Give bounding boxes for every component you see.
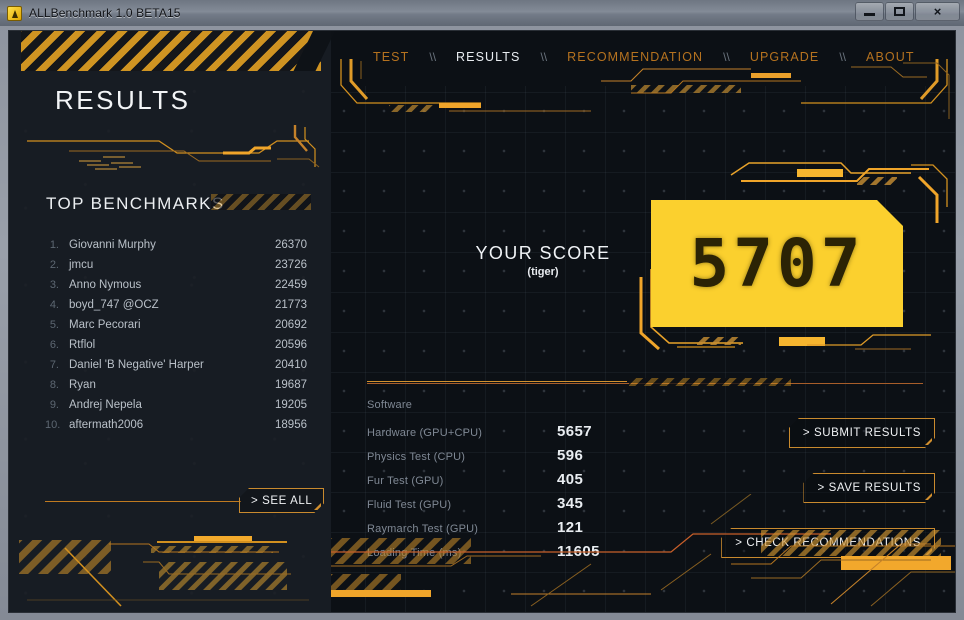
benchmark-rank: 2. <box>49 259 59 271</box>
benchmark-name: boyd_747 @OCZ <box>69 299 159 311</box>
nav-separator: \\ <box>839 50 847 64</box>
sidebar: RESULTS TOP BENCHMARKS 1. Giovanni Murphy… <box>9 31 331 612</box>
page-title: RESULTS <box>55 85 191 115</box>
nav-separator: \\ <box>429 50 437 64</box>
benchmark-score: 20692 <box>275 319 307 331</box>
list-item[interactable]: 6. Rtflol 20596 <box>45 339 307 359</box>
nav-separator: \\ <box>723 50 730 64</box>
benchmark-name: Ryan <box>69 379 96 391</box>
list-item[interactable]: 10. aftermath2006 18956 <box>45 419 307 439</box>
close-icon: × <box>933 4 942 19</box>
benchmark-name: Andrej Nepela <box>69 399 142 411</box>
stat-row: Fur Test (GPU) 405 <box>367 471 687 495</box>
score-box: 5707 <box>651 200 903 327</box>
stat-row: Hardware (GPU+CPU) 5657 <box>367 423 687 447</box>
main-nav: TEST \\ RESULTS \\ RECOMMENDATION \\ UPGRADE \\… <box>331 31 955 83</box>
stat-label: Hardware (GPU+CPU) <box>367 427 483 439</box>
top-benchmarks-list: 1. Giovanni Murphy 26370 2. jmcu 23726 3. Anno … <box>45 239 307 439</box>
action-button-submit-results[interactable]: > SUBMIT RESULTS <box>789 418 935 448</box>
window-controls: × <box>855 2 960 21</box>
section-title: TOP BENCHMARKS <box>46 194 225 213</box>
stat-value: 596 <box>557 447 584 464</box>
nav-item-recommendation[interactable]: RECOMMENDATION <box>567 50 703 64</box>
application-window: ALLBenchmark 1.0 BETA15 × RESULTS TOP BE… <box>0 0 964 620</box>
list-item[interactable]: 2. jmcu 23726 <box>45 259 307 279</box>
nav-item-upgrade[interactable]: UPGRADE <box>750 50 820 64</box>
benchmark-name: aftermath2006 <box>69 419 144 431</box>
see-all-rule <box>45 501 241 502</box>
stat-value: 405 <box>557 471 584 488</box>
title-decoration <box>27 125 320 170</box>
benchmark-score: 19687 <box>275 379 307 391</box>
benchmark-name: Anno Nymous <box>69 279 142 291</box>
divider-line-secondary <box>367 381 627 382</box>
list-item[interactable]: 3. Anno Nymous 22459 <box>45 279 307 299</box>
minimize-button[interactable] <box>855 2 884 21</box>
divider-hazard-stripe <box>629 378 791 386</box>
benchmark-score: 18956 <box>275 419 307 431</box>
titlebar-left-group: ALLBenchmark 1.0 BETA15 <box>0 5 181 21</box>
benchmark-name: jmcu <box>69 259 94 271</box>
benchmark-name: Rtflol <box>69 339 96 351</box>
nav-item-test[interactable]: TEST <box>373 50 409 64</box>
benchmark-rank: 8. <box>49 379 59 391</box>
benchmark-rank: 4. <box>49 299 59 311</box>
benchmark-rank: 9. <box>49 399 59 411</box>
benchmark-rank: 1. <box>49 239 59 251</box>
your-score-label: YOUR SCORE (tiger) <box>443 243 643 278</box>
nav-item-results[interactable]: RESULTS <box>456 50 520 64</box>
hazard-stripe-banner <box>21 31 321 71</box>
nav-right-decoration <box>903 62 950 119</box>
score-value: 5707 <box>689 224 865 302</box>
benchmark-score: 22459 <box>275 279 307 291</box>
list-item[interactable]: 8. Ryan 19687 <box>45 379 307 399</box>
list-item[interactable]: 5. Marc Pecorari 20692 <box>45 319 307 339</box>
benchmark-score: 20596 <box>275 339 307 351</box>
window-titlebar[interactable]: ALLBenchmark 1.0 BETA15 × <box>0 0 964 26</box>
benchmark-name: Daniel 'B Negative' Harper <box>69 359 204 371</box>
maximize-icon <box>894 7 905 16</box>
score-preset-name: (tiger) <box>527 266 559 278</box>
stat-row: Physics Test (CPU) 596 <box>367 447 687 471</box>
window-title: ALLBenchmark 1.0 BETA15 <box>29 6 181 20</box>
minimize-icon <box>864 13 875 16</box>
main-bottom-decoration <box>331 494 955 607</box>
list-item[interactable]: 4. boyd_747 @OCZ 21773 <box>45 299 307 319</box>
benchmark-score: 21773 <box>275 299 307 311</box>
benchmark-score: 19205 <box>275 399 307 411</box>
stat-value: 5657 <box>557 423 592 440</box>
section-divider <box>367 378 923 388</box>
stat-row: Software <box>367 399 687 423</box>
app-canvas: RESULTS TOP BENCHMARKS 1. Giovanni Murphy… <box>8 30 956 613</box>
list-item[interactable]: 7. Daniel 'B Negative' Harper 20410 <box>45 359 307 379</box>
app-triangle-icon <box>7 5 22 21</box>
sidebar-bottom-decoration <box>19 536 309 607</box>
stat-label: Physics Test (CPU) <box>367 451 466 463</box>
maximize-button[interactable] <box>885 2 914 21</box>
benchmark-rank: 5. <box>49 319 59 331</box>
benchmark-score: 26370 <box>275 239 307 251</box>
your-score-title: YOUR SCORE <box>475 243 611 263</box>
main-panel: TEST \\ RESULTS \\ RECOMMENDATION \\ UPGRADE \\… <box>331 31 955 612</box>
benchmark-score: 20410 <box>275 359 307 371</box>
stat-label: Software <box>367 399 413 411</box>
benchmark-rank: 6. <box>49 339 59 351</box>
benchmark-rank: 7. <box>49 359 59 371</box>
benchmark-rank: 3. <box>49 279 59 291</box>
list-item[interactable]: 1. Giovanni Murphy 26370 <box>45 239 307 259</box>
list-item[interactable]: 9. Andrej Nepela 19205 <box>45 399 307 419</box>
close-button[interactable]: × <box>915 2 960 21</box>
benchmark-name: Giovanni Murphy <box>69 239 156 251</box>
benchmark-rank: 10. <box>45 419 61 431</box>
benchmark-score: 23726 <box>275 259 307 271</box>
benchmark-name: Marc Pecorari <box>69 319 141 331</box>
section-hazard-stripe <box>211 194 311 210</box>
stat-label: Fur Test (GPU) <box>367 475 444 487</box>
nav-separator: \\ <box>540 50 548 64</box>
